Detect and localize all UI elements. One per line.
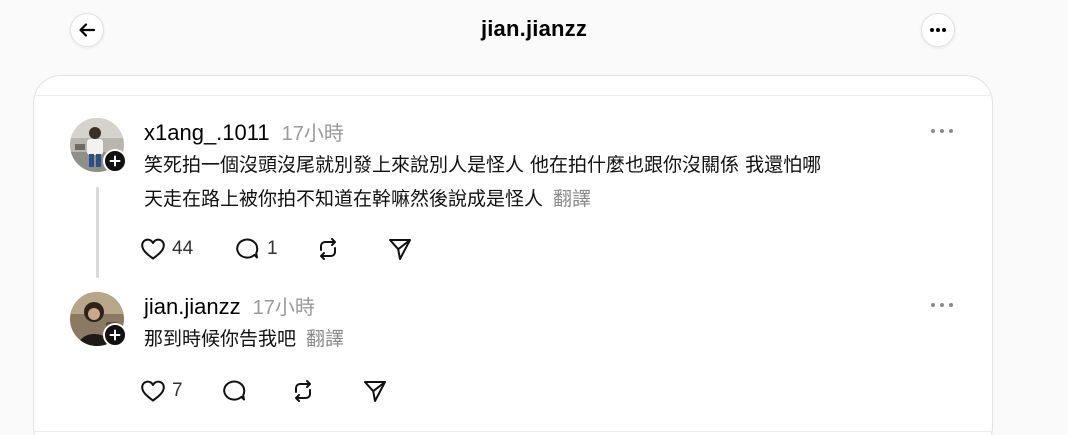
timestamp[interactable]: 17小時 [253, 291, 315, 320]
translate-link[interactable]: 翻譯 [553, 188, 591, 210]
thread-connector-line [96, 187, 99, 278]
top-bar: jian.jianzz [0, 0, 1068, 64]
username[interactable]: x1ang_.1011 [144, 120, 270, 146]
heart-icon [141, 380, 165, 402]
more-dot [931, 129, 935, 133]
share-button[interactable] [362, 379, 388, 403]
post-text: 笑死拍一個沒頭沒尾就別發上來說別人是怪人 他在拍什麼也跟你沒關係 我還怕哪 天走… [144, 148, 954, 216]
follow-button[interactable] [103, 323, 127, 347]
post-header: jian.jianzz 17小時 [144, 291, 315, 320]
post-text: 那到時候你告我吧 翻譯 [144, 322, 954, 356]
post-text-line: 天走在路上被你拍不知道在幹嘛然後說成是怪人 翻譯 [144, 182, 954, 216]
comment-bubble-icon [223, 380, 246, 401]
card-bottom-divider [34, 431, 992, 432]
reply-count: 1 [267, 238, 278, 259]
like-count: 7 [172, 380, 183, 401]
avatar[interactable] [70, 118, 127, 173]
post-header: x1ang_.1011 17小時 [144, 117, 344, 146]
comment-bubble-icon [236, 238, 259, 259]
post-text-line-content: 那到時候你告我吧 [144, 328, 297, 350]
more-horizontal-icon [930, 28, 946, 32]
like-button[interactable]: 7 [140, 379, 222, 403]
more-options-button[interactable] [921, 13, 955, 47]
repost-icon [295, 380, 311, 402]
translate-link[interactable]: 翻譯 [306, 328, 344, 350]
page-title: jian.jianzz [480, 16, 588, 41]
thread-card: x1ang_.1011 17小時 笑死拍一個沒頭沒尾就別發上來說別人是怪人 他在… [33, 75, 993, 435]
post-text-line: 笑死拍一個沒頭沒尾就別發上來說別人是怪人 他在拍什麼也跟你沒關係 我還怕哪 [144, 154, 822, 176]
action-bar: 44 1 [140, 237, 413, 261]
send-icon [364, 381, 386, 402]
send-icon [389, 239, 411, 260]
plus-icon [109, 155, 121, 167]
action-bar: 7 [140, 379, 388, 403]
reply-button[interactable] [222, 379, 290, 403]
repost-button[interactable] [315, 237, 387, 261]
plus-icon [109, 329, 121, 341]
like-button[interactable]: 44 [140, 237, 235, 261]
post-more-button[interactable] [931, 126, 953, 136]
post-text-line-content: 天走在路上被你拍不知道在幹嘛然後說成是怪人 [144, 188, 544, 210]
more-dot [949, 303, 953, 307]
repost-icon [320, 238, 336, 260]
heart-icon [141, 238, 165, 260]
share-button[interactable] [387, 237, 413, 261]
more-dot [940, 303, 944, 307]
follow-button[interactable] [103, 149, 127, 173]
more-dot [940, 129, 944, 133]
timestamp[interactable]: 17小時 [282, 117, 344, 146]
repost-button[interactable] [290, 379, 362, 403]
reply-button[interactable]: 1 [235, 237, 315, 261]
username[interactable]: jian.jianzz [144, 294, 241, 320]
card-divider [34, 95, 992, 96]
more-dot [931, 303, 935, 307]
like-count: 44 [172, 238, 194, 259]
more-dot [949, 129, 953, 133]
post-more-button[interactable] [931, 300, 953, 310]
avatar[interactable] [70, 292, 127, 347]
post-text-line: 那到時候你告我吧 翻譯 [144, 322, 954, 356]
